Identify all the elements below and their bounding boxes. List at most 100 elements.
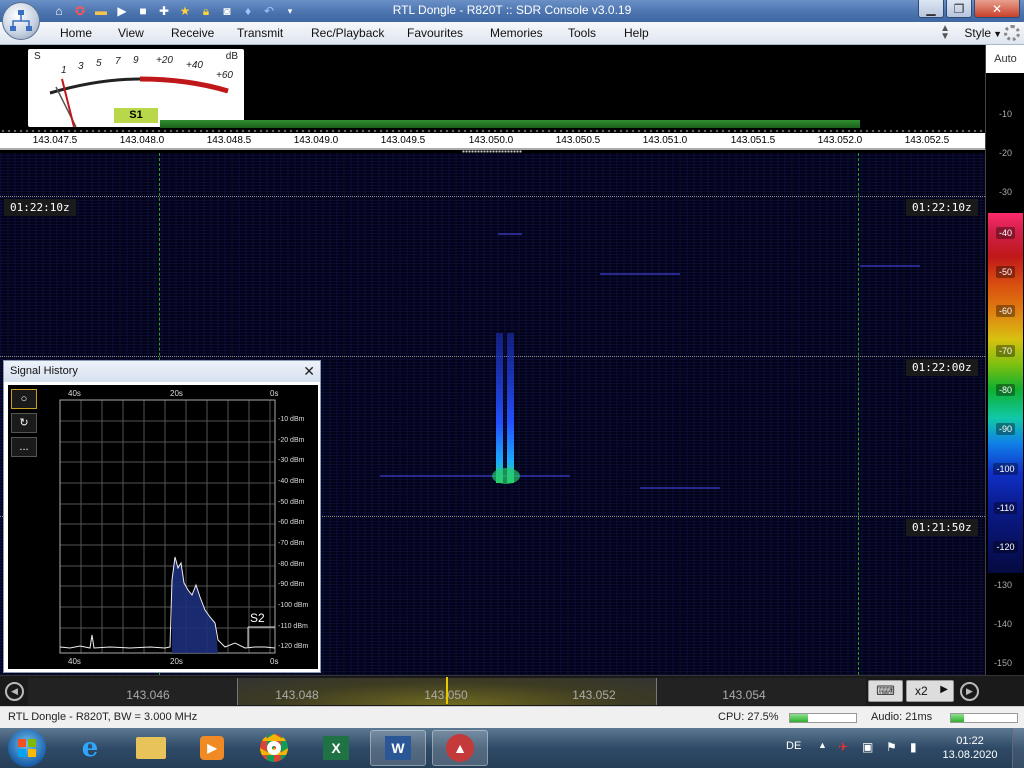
ribbon-updown-icon[interactable]: ▲ ▼ (940, 24, 950, 42)
history-db-label: -110 dBm (278, 623, 308, 630)
scroll-right-button[interactable]: ▶ (960, 682, 979, 701)
color-scale-label: -60 (995, 305, 1015, 317)
menu-home[interactable]: Home (60, 26, 92, 40)
window-title: RTL Dongle - R820T :: SDR Console v3.0.1… (392, 3, 632, 17)
frequency-tick: 143.051.5 (730, 135, 776, 146)
frequency-tick: 143.047.5 (32, 135, 78, 146)
db-scale: Auto -10 -20 -30 -40 -50 -60 -70 -80 -90… (985, 45, 1024, 675)
history-db-label: -30 dBm (278, 457, 305, 464)
sdr-console-icon[interactable]: ▲ (432, 730, 488, 766)
sdr-console-window: ⌂ ✪ ▬ ▶ ■ ✚ ★ 🔒︎ ◙ ♦ ↶ ▾ RTL Dongle - R8… (0, 0, 1024, 768)
refresh-button[interactable]: ↻ (11, 413, 37, 433)
time-marker-right: 01:21:50z (906, 519, 978, 536)
network-signal-icon[interactable]: ▮ (910, 740, 917, 754)
media-player-icon[interactable]: ▶ (184, 730, 240, 766)
menu-favourites[interactable]: Favourites (407, 26, 463, 40)
signal-trace (860, 265, 920, 267)
s-meter-tick: 3 (78, 61, 84, 72)
auto-button[interactable]: Auto (986, 45, 1024, 73)
menu-bar: Home View Receive Transmit Rec/Playback … (0, 22, 1024, 45)
audio-status: Audio: 21ms (871, 711, 933, 723)
color-scale-strip[interactable]: -40 -50 -60 -70 -80 -90 -100 -110 -120 (988, 213, 1023, 573)
signal-history-panel: Signal History ✕ ○ ↻ ... 40s 20s 0s 40s … (3, 360, 321, 673)
close-icon[interactable]: ✕ (303, 363, 315, 380)
scroll-left-button[interactable]: ◀ (5, 682, 24, 701)
db-scale-label: -150 (993, 658, 1012, 668)
keyboard-icon[interactable]: ⌨ (868, 680, 903, 702)
record-button[interactable]: ○ (11, 389, 37, 409)
filter-edge-right[interactable] (858, 153, 859, 675)
db-scale-label: -10 (998, 109, 1012, 119)
menu-tools[interactable]: Tools (568, 26, 596, 40)
s-level-marker: S2 (250, 611, 265, 625)
frequency-tick: 143.050.5 (555, 135, 601, 146)
s-meter-reading: S1 (114, 108, 158, 123)
signal-trace (498, 233, 522, 235)
file-explorer-icon[interactable] (123, 730, 179, 766)
time-marker-left: 01:22:10z (4, 199, 76, 216)
time-gridline (0, 196, 985, 197)
history-time-label: 40s (68, 657, 81, 666)
tray-app-icon[interactable]: ✈ (838, 740, 848, 754)
tray-device-icon[interactable]: ▣ (862, 740, 873, 754)
app-menu-button[interactable] (2, 2, 40, 40)
color-scale-label: -40 (995, 227, 1015, 239)
s-meter-tick: +20 (156, 55, 173, 66)
flag-icon[interactable]: ⚑ (886, 740, 897, 754)
network-icon (10, 10, 32, 31)
cpu-status: CPU: 27.5% (718, 711, 779, 723)
zoom-button[interactable]: x2 ▶ (906, 680, 954, 702)
s-meter-s-label: S (34, 51, 41, 62)
status-bar: RTL Dongle - R820T, BW = 3.000 MHz CPU: … (0, 706, 1024, 728)
signal-history-title-bar: Signal History ✕ (4, 361, 320, 382)
start-button[interactable] (8, 729, 46, 767)
internet-explorer-icon[interactable]: e (62, 730, 118, 766)
gear-icon[interactable] (1004, 25, 1020, 41)
menu-receive[interactable]: Receive (171, 26, 214, 40)
system-clock[interactable]: 01:22 13.08.2020 (940, 734, 1000, 762)
close-button[interactable]: ✕ (974, 0, 1020, 18)
color-scale-label: -70 (995, 345, 1015, 357)
history-db-label: -80 dBm (278, 561, 305, 568)
signal-history-toolbar: ○ ↻ ... (8, 385, 40, 669)
signal-history-title: Signal History (10, 365, 78, 377)
history-time-label: 20s (170, 389, 183, 398)
history-db-label: -70 dBm (278, 540, 305, 547)
frequency-tick: 143.048.0 (119, 135, 165, 146)
carrier-signal (492, 333, 520, 484)
frequency-ruler[interactable]: 143.047.5 143.048.0 143.048.5 143.049.0 … (0, 133, 985, 150)
menu-transmit[interactable]: Transmit (237, 26, 283, 40)
language-indicator[interactable]: DE (786, 740, 801, 752)
color-scale-label: -100 (993, 463, 1018, 475)
more-button[interactable]: ... (11, 437, 37, 457)
color-scale-label: -120 (993, 541, 1018, 553)
menu-view[interactable]: View (118, 26, 144, 40)
time-marker-right: 01:22:10z (906, 199, 978, 216)
maximize-button[interactable]: ❐ (946, 0, 972, 18)
db-scale-label: -30 (998, 187, 1012, 197)
scroll-frequency-label: 143.046 (126, 688, 170, 702)
style-button[interactable]: Style ▼ (964, 26, 1002, 40)
menu-rec-playback[interactable]: Rec/Playback (311, 26, 384, 40)
history-db-label: -100 dBm (278, 602, 309, 609)
scroll-frequency-label: 143.052 (572, 688, 616, 702)
menu-help[interactable]: Help (624, 26, 649, 40)
word-icon[interactable]: W (370, 730, 426, 766)
minimize-button[interactable]: ▁ (918, 0, 944, 18)
tray-expand-icon[interactable]: ▲ (818, 740, 827, 750)
s-meter-db-label: dB (225, 51, 238, 62)
history-time-label: 20s (170, 657, 183, 666)
s-meter-tick: +60 (216, 70, 233, 81)
frequency-tick: 143.051.0 (642, 135, 688, 146)
db-scale-label: -140 (993, 619, 1012, 629)
signal-trace (380, 475, 570, 477)
show-desktop-button[interactable] (1012, 728, 1024, 768)
window-controls: ▁ ❐ ✕ (918, 0, 1020, 18)
excel-icon[interactable]: X (308, 730, 364, 766)
history-db-label: -10 dBm (278, 416, 305, 423)
color-scale-label: -80 (995, 384, 1015, 396)
chrome-icon[interactable] (246, 730, 302, 766)
menu-memories[interactable]: Memories (490, 26, 543, 40)
s-meter-tick: 7 (115, 56, 121, 67)
frequency-tick: 143.049.5 (380, 135, 426, 146)
